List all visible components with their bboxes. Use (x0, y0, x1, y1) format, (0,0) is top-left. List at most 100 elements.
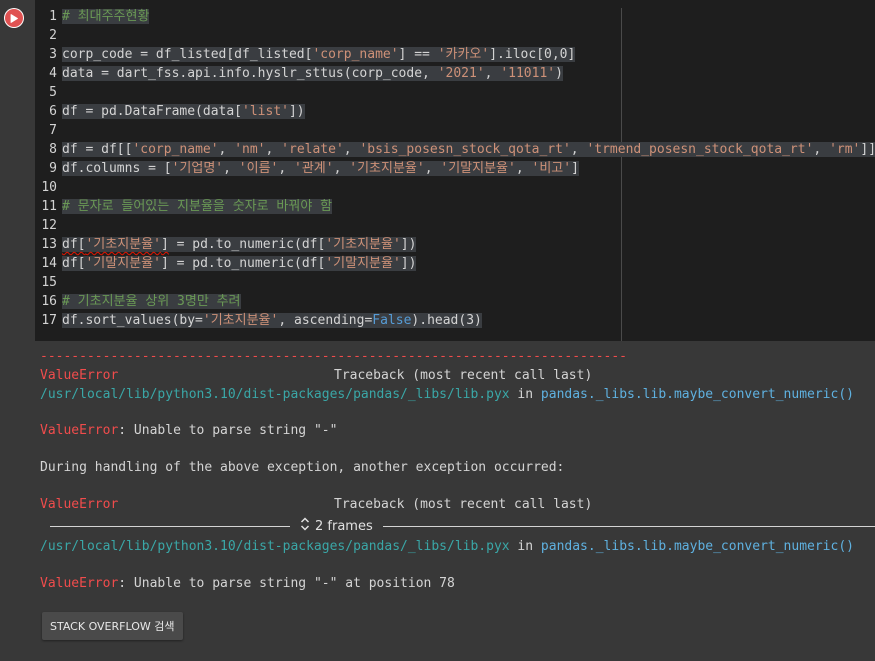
code-token: '기초지분율' (202, 313, 279, 328)
code-token: '11011' (500, 66, 556, 81)
collapsed-frames-row: 2 frames (50, 516, 875, 536)
code-token: , (333, 161, 350, 176)
code-token: ] (160, 237, 169, 252)
code-text: df['기말지분율'] = pd.to_numeric(df['기말지분율']) (62, 256, 417, 271)
frames-label: 2 frames (315, 518, 373, 534)
traceback-header-1: ValueError Traceback (most recent call la… (40, 368, 592, 384)
line-number: 13 (41, 237, 57, 252)
code-token: ].iloc[0,0] (489, 47, 576, 62)
code-line[interactable]: 13 df['기초지분율'] = pd.to_numeric(df['기초지분율'… (35, 235, 875, 254)
code-line[interactable]: 5 (35, 83, 875, 102)
code-line[interactable]: 10 (35, 178, 875, 197)
code-token: '2021' (437, 66, 485, 81)
line-number: 15 (41, 275, 57, 290)
line-number: 10 (41, 180, 57, 195)
code-token: '기말지분율' (85, 256, 161, 271)
during-handling-text: During handling of the above exception, … (40, 460, 565, 475)
traceback-label: Traceback (most recent call last) (334, 368, 593, 383)
code-token: df.sort_values(by= (62, 313, 203, 328)
traceback-frame-2: /usr/local/lib/python3.10/dist-packages/… (40, 539, 854, 555)
code-token: 'trmend_posesn_stock_qota_rt' (586, 142, 814, 157)
code-line[interactable]: 11 # 문자로 들어있는 지분율을 숫자로 바꿔야 함 (35, 197, 875, 216)
line-number: 8 (49, 142, 57, 157)
run-play-icon (5, 9, 23, 27)
traceback-frame-1: /usr/local/lib/python3.10/dist-packages/… (40, 387, 854, 403)
cell-gutter (0, 0, 35, 341)
code-token: 'relate' (281, 142, 344, 157)
code-token: '카카오' (437, 47, 490, 62)
code-token: , (265, 142, 282, 157)
function-name: pandas._libs.lib.maybe_convert_numeric() (540, 387, 854, 402)
code-text: # 최대주주현황 (62, 9, 150, 24)
code-token: , (218, 142, 235, 157)
error-message-1: ValueError: Unable to parse string "-" (40, 423, 337, 439)
code-line[interactable]: 15 (35, 273, 875, 292)
source-file-link[interactable]: /usr/local/lib/python3.10/dist-packages/… (40, 387, 510, 402)
line-number: 12 (41, 218, 57, 233)
in-text: in (509, 539, 541, 554)
code-token: ] = pd.to_numeric(df[ (160, 256, 326, 271)
code-line[interactable]: 14 df['기말지분율'] = pd.to_numeric(df['기말지분율'… (35, 254, 875, 273)
line-number: 2 (49, 28, 57, 43)
code-token: ) (555, 66, 563, 81)
code-line[interactable]: 6 df = pd.DataFrame(data['list']) (35, 102, 875, 121)
code-token: df[ (62, 237, 86, 252)
line-number: 17 (41, 313, 57, 328)
code-token: '기말지분율' (440, 161, 516, 176)
code-line[interactable]: 2 (35, 26, 875, 45)
expand-frames-button[interactable]: 2 frames (290, 516, 383, 536)
expand-frames-icon (300, 516, 310, 536)
source-file-link[interactable]: /usr/local/lib/python3.10/dist-packages/… (40, 539, 510, 554)
code-token: 'nm' (234, 142, 266, 157)
code-token: '이름' (238, 161, 279, 176)
search-stack-overflow-button[interactable]: STACK OVERFLOW 검색 (42, 612, 183, 640)
code-text: df = pd.DataFrame(data['list']) (62, 104, 305, 119)
divider-line (382, 525, 875, 527)
code-token: ]) (400, 237, 417, 252)
code-token: '관계' (294, 161, 334, 176)
code-token: ]] (860, 142, 875, 157)
code-token: ).head(3) (411, 313, 482, 328)
error-type: ValueError (40, 368, 119, 383)
divider-line (50, 525, 290, 527)
error-message-2: ValueError: Unable to parse string "-" a… (40, 576, 455, 592)
traceback-header-2: ValueError Traceback (most recent call la… (40, 497, 592, 513)
code-line[interactable]: 8 df = df[['corp_name', 'nm', 'relate', '… (35, 140, 875, 159)
code-token: df = df[[ (62, 142, 133, 157)
line-number: 14 (41, 256, 57, 271)
code-token: ] (571, 161, 579, 176)
code-token: df = pd.DataFrame(data[ (62, 104, 243, 119)
code-token: '비고' (531, 161, 572, 176)
code-line[interactable]: 16 # 기초지분율 상위 3명만 추려 (35, 292, 875, 311)
code-editor[interactable]: 1 # 최대주주현황 2 3 corp_code = df_listed[df_list… (35, 7, 875, 330)
code-token: , (515, 161, 532, 176)
code-token: data = dart_fss.api.info.hyslr_sttus(cor… (62, 66, 438, 81)
code-line[interactable]: 3 corp_code = df_listed[df_listed['corp_n… (35, 45, 875, 64)
code-line[interactable]: 12 (35, 216, 875, 235)
code-cell[interactable]: 1 # 최대주주현황 2 3 corp_code = df_listed[df_list… (0, 0, 875, 341)
code-text: corp_code = df_listed[df_listed['corp_na… (62, 47, 576, 62)
line-number: 6 (49, 104, 57, 119)
code-line[interactable]: 7 (35, 121, 875, 140)
code-token: ]) (400, 256, 417, 271)
code-token: , (484, 66, 501, 81)
code-line[interactable]: 4 data = dart_fss.api.info.hyslr_sttus(co… (35, 64, 875, 83)
code-text: df.sort_values(by='기초지분율', ascending=Fal… (62, 313, 482, 328)
run-cell-button[interactable] (4, 8, 24, 28)
code-line[interactable]: 17 df.sort_values(by='기초지분율', ascending=F… (35, 311, 875, 330)
code-token: '기초지분율' (85, 237, 161, 252)
code-token: , (813, 142, 830, 157)
code-token: 'corp_name' (312, 47, 399, 62)
code-token: , (343, 142, 360, 157)
code-token: df[ (62, 256, 86, 271)
code-text: df = df[['corp_name', 'nm', 'relate', 'b… (62, 142, 875, 157)
line-number: 11 (41, 199, 57, 214)
code-token: '기말지분율' (325, 256, 401, 271)
line-number: 4 (49, 66, 57, 81)
code-text: data = dart_fss.api.info.hyslr_sttus(cor… (62, 66, 563, 81)
code-token: # 기초지분율 상위 3명만 추려 (62, 294, 241, 309)
code-token: , (570, 142, 587, 157)
code-line[interactable]: 9 df.columns = ['기업명', '이름', '관계', '기초지분율… (35, 159, 875, 178)
function-name: pandas._libs.lib.maybe_convert_numeric() (540, 539, 854, 554)
code-line[interactable]: 1 # 최대주주현황 (35, 7, 875, 26)
